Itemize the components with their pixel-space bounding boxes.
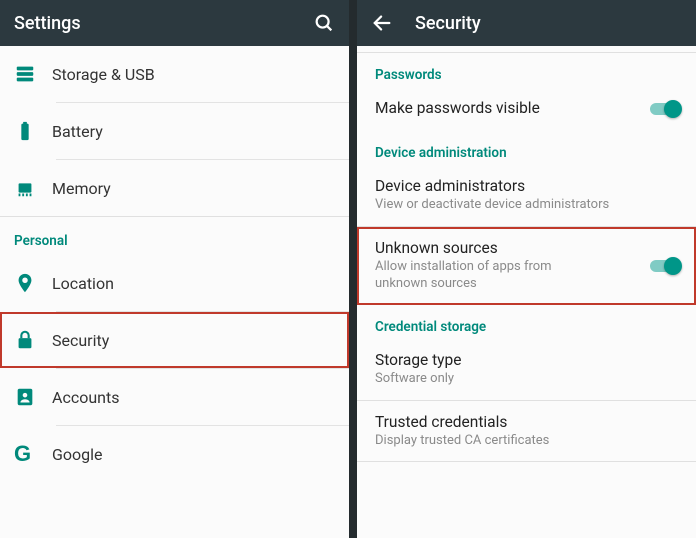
google-icon: G (14, 443, 52, 465)
lock-icon (14, 329, 52, 351)
item-subtitle: View or deactivate device administrators (375, 197, 678, 214)
item-title: Storage type (375, 351, 678, 369)
panel-gap (349, 0, 357, 538)
unknown-sources-item[interactable]: Unknown sources Allow installation of ap… (357, 227, 696, 305)
settings-list: Storage & USB Battery Memory (0, 46, 349, 538)
item-subtitle: Display trusted CA certificates (375, 433, 678, 450)
storage-type-item[interactable]: Storage type Software only (357, 339, 696, 400)
settings-item-battery[interactable]: Battery (0, 103, 349, 159)
item-title: Make passwords visible (375, 99, 636, 117)
settings-item-label: Google (52, 445, 103, 464)
settings-title: Settings (14, 13, 81, 34)
memory-icon (14, 177, 52, 199)
item-subtitle: Software only (375, 371, 678, 388)
security-panel: Security Passwords Make passwords visibl… (357, 0, 696, 538)
settings-item-label: Accounts (52, 388, 119, 407)
item-title: Trusted credentials (375, 413, 678, 431)
settings-item-memory[interactable]: Memory (0, 160, 349, 216)
section-header-device-admin: Device administration (357, 131, 696, 165)
settings-item-label: Location (52, 274, 114, 293)
search-icon[interactable] (313, 12, 335, 34)
section-header-passwords: Passwords (357, 53, 696, 87)
passwords-visible-toggle[interactable] (648, 99, 682, 119)
item-title: Unknown sources (375, 239, 636, 257)
settings-item-label: Security (52, 331, 109, 350)
make-passwords-visible-item[interactable]: Make passwords visible (357, 87, 696, 131)
location-icon (14, 272, 52, 294)
settings-item-security[interactable]: Security (0, 312, 349, 368)
settings-appbar: Settings (0, 0, 349, 46)
item-title: Device administrators (375, 177, 678, 195)
settings-item-label: Battery (52, 122, 103, 141)
settings-item-location[interactable]: Location (0, 255, 349, 311)
section-header-personal: Personal (0, 217, 349, 255)
security-list: Passwords Make passwords visible Device … (357, 46, 696, 538)
security-appbar: Security (357, 0, 696, 46)
settings-item-label: Memory (52, 179, 111, 198)
battery-icon (14, 120, 52, 142)
security-title: Security (415, 13, 481, 34)
accounts-icon (14, 386, 52, 408)
divider (357, 461, 696, 462)
section-header-credential: Credential storage (357, 305, 696, 339)
item-subtitle: Allow installation of apps from unknown … (375, 259, 636, 293)
storage-icon (14, 63, 52, 85)
settings-item-label: Storage & USB (52, 65, 155, 84)
settings-item-storage[interactable]: Storage & USB (0, 46, 349, 102)
back-icon[interactable] (371, 12, 393, 34)
settings-panel: Settings Storage & USB (0, 0, 349, 538)
trusted-credentials-item[interactable]: Trusted credentials Display trusted CA c… (357, 401, 696, 462)
settings-item-google[interactable]: G Google (0, 426, 349, 482)
settings-item-accounts[interactable]: Accounts (0, 369, 349, 425)
device-administrators-item[interactable]: Device administrators View or deactivate… (357, 165, 696, 226)
unknown-sources-toggle[interactable] (648, 256, 682, 276)
